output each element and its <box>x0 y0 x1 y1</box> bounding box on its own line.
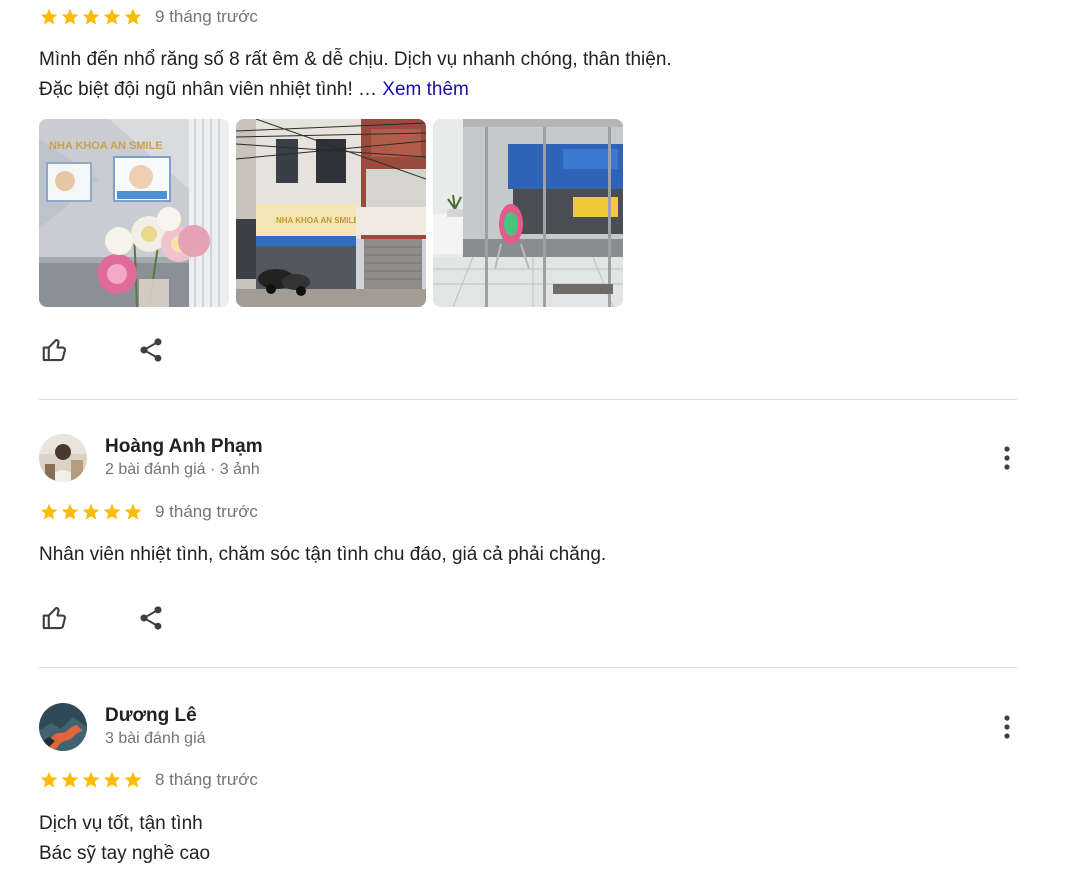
reviews-page: 9 tháng trước Mình đến nhổ răng số 8 rất… <box>0 0 1082 892</box>
review-2-rating-row: 9 tháng trước <box>39 501 258 523</box>
review-1-actions <box>39 334 167 366</box>
star-icon <box>102 770 122 790</box>
review-text-line: Đặc biệt đội ngũ nhân viên nhiệt tình! …… <box>39 75 672 105</box>
more-vert-icon <box>1004 446 1010 470</box>
star-icon <box>102 502 122 522</box>
star-icon <box>123 770 143 790</box>
review-text-line: Dịch vụ tốt, tận tình <box>39 813 203 834</box>
star-icon <box>60 502 80 522</box>
more-options-button[interactable] <box>995 442 1019 474</box>
star-icon <box>123 502 143 522</box>
review-divider <box>39 399 1017 400</box>
review-2-text: Nhân viên nhiệt tình, chăm sóc tận tình … <box>39 540 606 570</box>
like-button[interactable] <box>39 334 71 366</box>
reviewer-meta: 3 bài đánh giá <box>105 730 206 747</box>
like-button[interactable] <box>39 602 71 634</box>
review-text-line: Mình đến nhổ răng số 8 rất êm & dễ chịu.… <box>39 49 672 70</box>
share-icon <box>140 338 162 362</box>
review-photo-clinic-reception[interactable]: NHA KHOA AN SMILE <box>39 119 229 307</box>
review-3-text: Dịch vụ tốt, tận tình Bác sỹ tay nghề ca… <box>39 809 210 869</box>
share-icon <box>140 606 162 630</box>
review-1-text: Mình đến nhổ răng số 8 rất êm & dễ chịu.… <box>39 45 672 105</box>
review-text-line: Bác sỹ tay nghề cao <box>39 843 211 864</box>
review-time: 9 tháng trước <box>155 502 258 521</box>
thumbs-up-icon <box>42 606 67 630</box>
star-icon <box>60 7 80 27</box>
review-photo-clinic-entrance[interactable] <box>433 119 623 307</box>
review-1-photos: NHA KHOA AN SMILE NHA KHOA AN SMILE <box>39 119 623 307</box>
star-icon <box>39 7 59 27</box>
share-button[interactable] <box>135 334 167 366</box>
thumbs-up-icon <box>42 338 67 362</box>
review-divider <box>39 667 1017 668</box>
share-button[interactable] <box>135 602 167 634</box>
avatar[interactable] <box>39 703 87 751</box>
reviewer-header: Dương Lê 3 bài đánh giá <box>39 703 1019 751</box>
star-icon <box>39 502 59 522</box>
avatar[interactable] <box>39 434 87 482</box>
reviewer-name[interactable]: Hoàng Anh Phạm <box>105 435 263 459</box>
star-icon <box>123 7 143 27</box>
review-2-actions <box>39 602 167 634</box>
reviewer-meta: 2 bài đánh giá · 3 ảnh <box>105 461 260 478</box>
review-text-line-2: Đặc biệt đội ngũ nhân viên nhiệt tình! … <box>39 79 378 100</box>
review-time: 9 tháng trước <box>155 7 258 26</box>
reviewer-info: Hoàng Anh Phạm 2 bài đánh giá · 3 ảnh <box>105 435 263 481</box>
star-icon <box>81 770 101 790</box>
reviewer-header: Hoàng Anh Phạm 2 bài đánh giá · 3 ảnh <box>39 434 1019 482</box>
reviewer-info: Dương Lê 3 bài đánh giá <box>105 704 206 750</box>
star-icon <box>39 770 59 790</box>
star-icon <box>81 7 101 27</box>
star-icon <box>81 502 101 522</box>
review-photo-clinic-storefront[interactable]: NHA KHOA AN SMILE <box>236 119 426 307</box>
reviewer-name[interactable]: Dương Lê <box>105 704 206 728</box>
review-text-line: Nhân viên nhiệt tình, chăm sóc tận tình … <box>39 544 607 565</box>
clinic-sign-text: NHA KHOA AN SMILE <box>49 140 163 152</box>
star-rating <box>39 7 143 27</box>
more-vert-icon <box>1004 715 1010 739</box>
see-more-link[interactable]: Xem thêm <box>382 79 469 100</box>
star-rating <box>39 502 143 522</box>
storefront-sign-text: NHA KHOA AN SMILE <box>276 216 359 225</box>
more-options-button[interactable] <box>995 711 1019 743</box>
review-3-rating-row: 8 tháng trước <box>39 769 258 791</box>
star-icon <box>60 770 80 790</box>
review-1-rating-row: 9 tháng trước <box>39 6 258 28</box>
star-icon <box>102 7 122 27</box>
star-rating <box>39 770 143 790</box>
review-time: 8 tháng trước <box>155 770 258 789</box>
